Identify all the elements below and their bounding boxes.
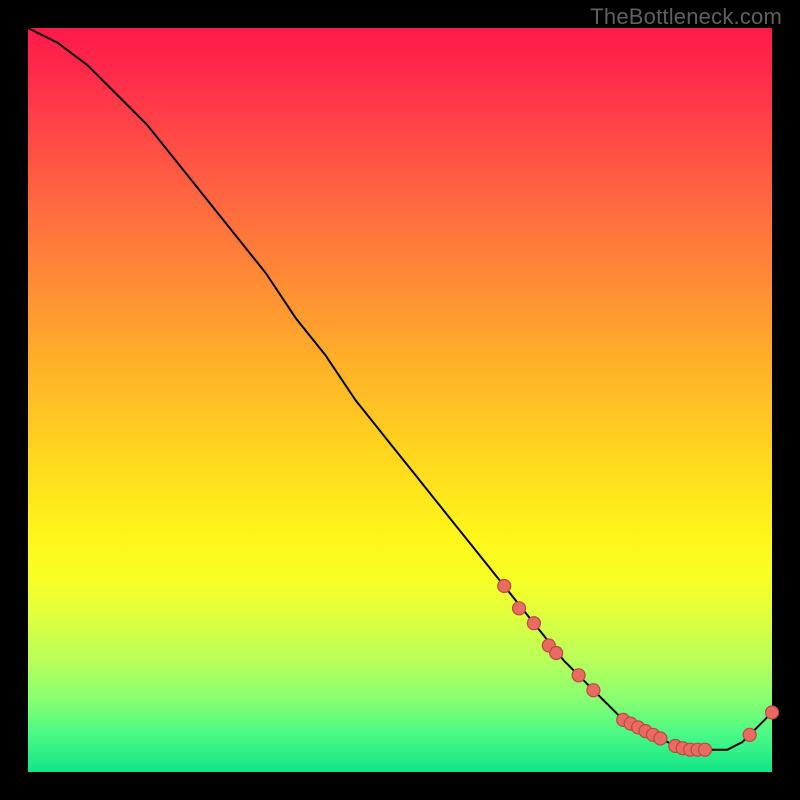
marker-point <box>654 732 667 745</box>
marker-point <box>699 743 712 756</box>
marker-point <box>572 669 585 682</box>
marker-point <box>550 647 563 660</box>
bottleneck-curve <box>28 28 772 750</box>
marker-point <box>527 617 540 630</box>
highlight-markers <box>498 580 779 757</box>
marker-point <box>513 602 526 615</box>
chart-frame: TheBottleneck.com <box>0 0 800 800</box>
marker-point <box>587 684 600 697</box>
marker-point <box>766 706 779 719</box>
marker-point <box>498 580 511 593</box>
plot-area <box>28 28 772 772</box>
chart-svg <box>28 28 772 772</box>
marker-point <box>743 728 756 741</box>
watermark-text: TheBottleneck.com <box>590 4 782 30</box>
